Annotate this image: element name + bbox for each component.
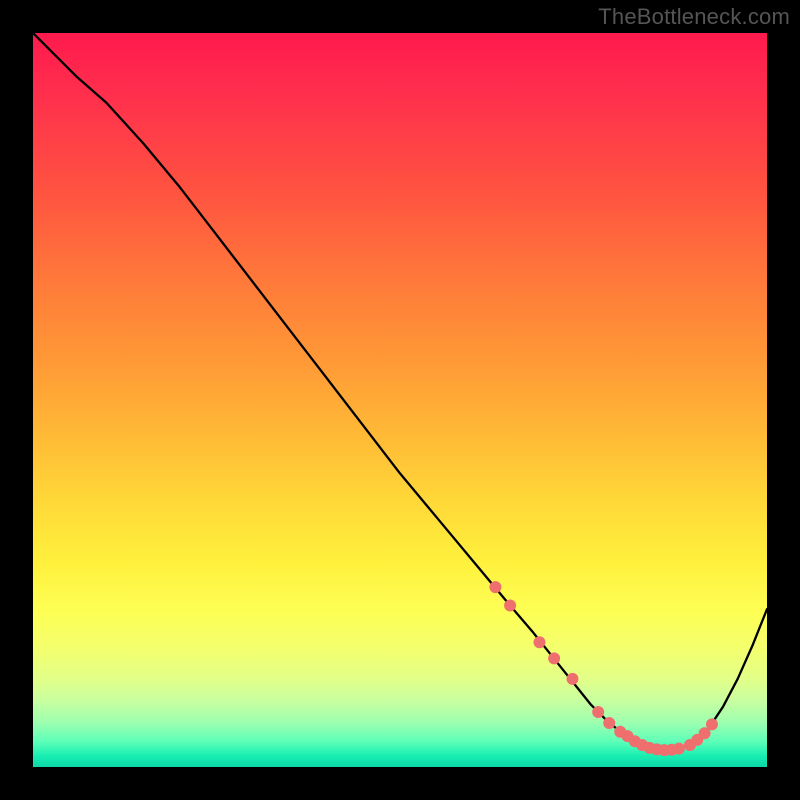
- highlight-dot: [490, 582, 501, 593]
- highlight-dot: [604, 717, 615, 728]
- chart-frame: TheBottleneck.com: [0, 0, 800, 800]
- highlight-dot: [673, 743, 684, 754]
- highlight-dot: [505, 600, 516, 611]
- highlight-dot: [567, 673, 578, 684]
- highlight-dot: [549, 653, 560, 664]
- highlight-dot: [534, 637, 545, 648]
- watermark-text: TheBottleneck.com: [598, 4, 790, 30]
- highlight-dots-group: [490, 582, 718, 756]
- highlight-dot: [699, 728, 710, 739]
- plot-area: [33, 33, 767, 767]
- highlight-dot: [706, 719, 717, 730]
- chart-svg: [33, 33, 767, 767]
- highlight-dot: [593, 706, 604, 717]
- bottleneck-curve: [33, 33, 767, 750]
